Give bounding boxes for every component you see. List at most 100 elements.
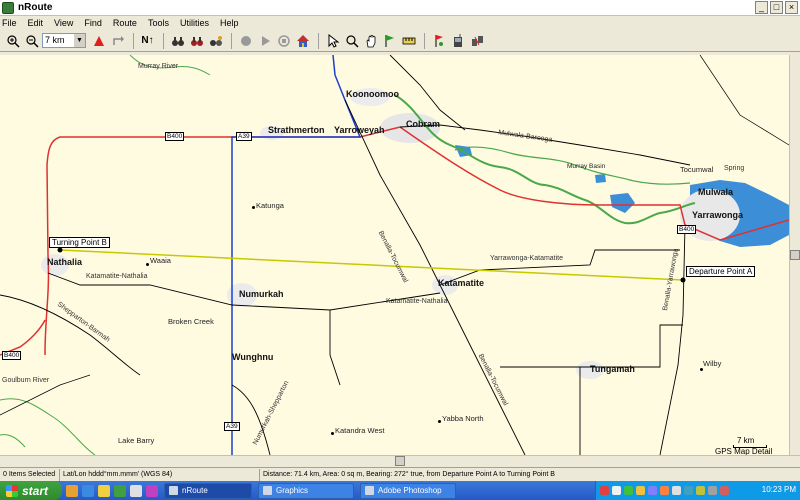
tray-icon[interactable] xyxy=(612,486,621,495)
task-photoshop[interactable]: Adobe Photoshop xyxy=(360,482,456,499)
town-label[interactable]: Lake Barry xyxy=(118,436,154,445)
tray-icon[interactable] xyxy=(624,486,633,495)
tray-icon[interactable] xyxy=(636,486,645,495)
app-icon xyxy=(169,486,178,495)
close-button[interactable]: × xyxy=(785,1,798,14)
stop-button[interactable] xyxy=(275,32,292,49)
home-button[interactable] xyxy=(294,32,311,49)
menu-tools[interactable]: Tools xyxy=(148,18,169,28)
clock[interactable]: 10:23 PM xyxy=(762,485,796,494)
highway-shield: A39 xyxy=(224,422,240,431)
river-line xyxy=(0,434,26,448)
waypoint-tool-button[interactable] xyxy=(381,32,398,49)
play-icon xyxy=(261,35,270,46)
quicklaunch-icon[interactable] xyxy=(114,484,126,497)
task-graphics[interactable]: Graphics xyxy=(258,482,354,499)
turning-point-label[interactable]: Turning Point B xyxy=(49,237,110,248)
water-patch xyxy=(595,174,606,183)
menu-utilities[interactable]: Utilities xyxy=(180,18,209,28)
town-label[interactable]: Numurkah xyxy=(239,289,284,299)
menu-view[interactable]: View xyxy=(54,18,73,28)
photoshop-icon xyxy=(365,486,374,495)
departure-point-label[interactable]: Departure Point A xyxy=(686,266,756,277)
quicklaunch-icon[interactable] xyxy=(66,484,78,497)
ruler-icon xyxy=(402,37,415,44)
town-label[interactable]: Tungamah xyxy=(590,364,635,374)
select-tool-button[interactable] xyxy=(324,32,341,49)
town-label[interactable]: Katandra West xyxy=(335,426,384,435)
map-scale-value: 7 km xyxy=(45,35,65,45)
scroll-thumb[interactable] xyxy=(790,250,800,260)
find-next-button[interactable] xyxy=(188,32,205,49)
tray-icon[interactable] xyxy=(696,486,705,495)
menu-bar: File Edit View Find Route Tools Utilitie… xyxy=(0,16,800,30)
track-button[interactable] xyxy=(109,32,126,49)
gps-button[interactable] xyxy=(449,32,466,49)
menu-route[interactable]: Route xyxy=(113,18,137,28)
turning-point-marker[interactable] xyxy=(57,247,63,253)
town-label[interactable]: Wilby xyxy=(703,359,721,368)
task-nroute[interactable]: nRoute xyxy=(164,482,252,499)
play-button[interactable] xyxy=(256,32,273,49)
menu-find[interactable]: Find xyxy=(84,18,102,28)
maximize-button[interactable]: □ xyxy=(770,1,783,14)
map-scale-select[interactable]: 7 km ▼ xyxy=(42,33,86,48)
tray-icon[interactable] xyxy=(600,486,609,495)
quicklaunch-icon[interactable] xyxy=(98,484,110,497)
tray-icon[interactable] xyxy=(660,486,669,495)
north-up-button[interactable]: N↑ xyxy=(139,32,156,49)
town-label[interactable]: Nathalia xyxy=(47,257,82,267)
road-ne xyxy=(699,55,789,146)
red-triangle-icon xyxy=(93,35,104,46)
zoom-in-button[interactable] xyxy=(4,32,21,49)
start-button[interactable]: start xyxy=(0,481,62,500)
map-view[interactable]: B400 A39 B400 B400 A39 Koonoomoo Cobram … xyxy=(0,55,789,455)
scroll-thumb[interactable] xyxy=(395,456,405,466)
tray-icon[interactable] xyxy=(720,486,729,495)
town-dot xyxy=(700,368,703,371)
find-nearby-button[interactable] xyxy=(207,32,224,49)
tray-icon[interactable] xyxy=(672,486,681,495)
route-tool-button[interactable] xyxy=(430,32,447,49)
town-label[interactable]: Cobram xyxy=(406,119,440,129)
town-label[interactable]: Tocumwal xyxy=(680,165,713,174)
road-label: Katamatite-Nathalia xyxy=(86,273,148,280)
record-button[interactable] xyxy=(237,32,254,49)
tray-icon[interactable] xyxy=(708,486,717,495)
menu-edit[interactable]: Edit xyxy=(28,18,44,28)
road-benalla-tocumwal xyxy=(344,99,526,455)
binoculars-gear-icon xyxy=(209,35,222,46)
menu-help[interactable]: Help xyxy=(220,18,239,28)
pan-tool-button[interactable] xyxy=(362,32,379,49)
town-label[interactable]: Waaia xyxy=(150,256,171,265)
zoom-tool-button[interactable] xyxy=(343,32,360,49)
tray-icon[interactable] xyxy=(648,486,657,495)
minimize-button[interactable]: _ xyxy=(755,1,768,14)
horizontal-scrollbar[interactable] xyxy=(0,455,800,466)
scale-detail: GPS Map Detail xyxy=(715,447,773,455)
quicklaunch-icon[interactable] xyxy=(146,484,158,497)
app-icon xyxy=(2,1,14,14)
departure-point-marker[interactable] xyxy=(680,277,686,283)
quicklaunch-icon[interactable] xyxy=(130,484,142,497)
town-label[interactable]: Katunga xyxy=(256,201,284,210)
town-label[interactable]: Katamatite xyxy=(438,278,484,288)
town-label[interactable]: Strathmerton xyxy=(268,125,325,135)
town-label[interactable]: Mulwala xyxy=(698,187,733,197)
zoom-out-button[interactable] xyxy=(23,32,40,49)
toolbar-separator xyxy=(163,32,164,49)
measure-tool-button[interactable] xyxy=(400,32,417,49)
town-label[interactable]: Yarroweyah xyxy=(334,125,385,135)
vertical-scrollbar[interactable] xyxy=(789,55,800,455)
town-label[interactable]: Yabba North xyxy=(442,414,484,423)
town-label[interactable]: Yarrawonga xyxy=(692,210,743,220)
toolbar: 7 km ▼ N↑ xyxy=(0,30,800,52)
transfer-button[interactable] xyxy=(468,32,485,49)
waypoint-button[interactable] xyxy=(90,32,107,49)
town-label[interactable]: Koonoomoo xyxy=(346,89,399,99)
menu-file[interactable]: File xyxy=(2,18,17,28)
tray-icon[interactable] xyxy=(684,486,693,495)
quicklaunch-icon[interactable] xyxy=(82,484,94,497)
find-button[interactable] xyxy=(169,32,186,49)
town-label[interactable]: Wunghnu xyxy=(232,352,273,362)
